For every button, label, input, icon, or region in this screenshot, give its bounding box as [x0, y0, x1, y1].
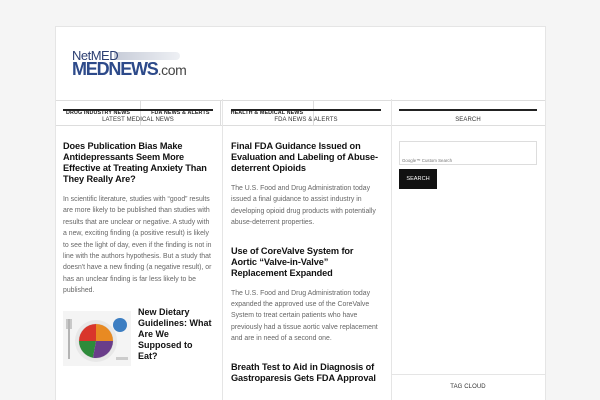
column-divider	[391, 99, 392, 400]
post-excerpt: The U.S. Food and Drug Administration to…	[231, 185, 376, 227]
logo-line2-suffix: .com	[157, 62, 187, 78]
post-title-link[interactable]: Use of CoreValve System for Aortic “Valv…	[231, 246, 381, 279]
myplate-image	[63, 310, 131, 366]
post: Use of CoreValve System for Aortic “Valv…	[231, 246, 381, 345]
site-logo[interactable]: NetMED MEDNEWS.com	[72, 49, 190, 79]
post-title-link[interactable]: Breath Test to Aid in Diagnosis of Gastr…	[231, 362, 381, 384]
section-heading: SEARCH	[399, 109, 537, 129]
post-excerpt: The U.S. Food and Drug Administration to…	[231, 289, 378, 343]
site-header: NetMED MEDNEWS.com	[56, 27, 545, 100]
search-button[interactable]: SEARCH	[399, 169, 437, 189]
sidebar: SEARCH SEARCH	[399, 109, 537, 189]
search-box	[399, 141, 537, 165]
section-heading: FDA NEWS & ALERTS	[231, 109, 381, 129]
logo-line2-main: MEDNEWS	[72, 59, 159, 79]
post: Final FDA Guidance Issued on Evaluation …	[231, 141, 381, 229]
tag-cloud-widget: TAG CLOUD	[399, 381, 537, 400]
post: New Dietary Guidelines: What Are We Supp…	[63, 307, 213, 366]
post-title-link[interactable]: New Dietary Guidelines: What Are We Supp…	[138, 307, 213, 366]
logo-line2: MEDNEWS.com	[72, 59, 187, 80]
latest-medical-news-column: LATEST MEDICAL NEWS Does Publication Bia…	[63, 109, 213, 366]
fda-news-alerts-column: FDA NEWS & ALERTS Final FDA Guidance Iss…	[231, 109, 381, 384]
post-title-link[interactable]: Does Publication Bias Make Antidepressan…	[63, 141, 213, 185]
post: Does Publication Bias Make Antidepressan…	[63, 141, 213, 297]
section-heading: TAG CLOUD	[450, 384, 486, 390]
post-title-link[interactable]: Final FDA Guidance Issued on Evaluation …	[231, 141, 381, 174]
widget-divider	[391, 374, 546, 375]
post-excerpt: In scientific literature, studies with “…	[63, 196, 212, 295]
column-divider	[222, 99, 223, 400]
post: Breath Test to Aid in Diagnosis of Gastr…	[231, 362, 381, 384]
post-thumbnail[interactable]	[63, 310, 131, 366]
search-input[interactable]	[402, 158, 522, 163]
section-heading: LATEST MEDICAL NEWS	[63, 109, 213, 129]
